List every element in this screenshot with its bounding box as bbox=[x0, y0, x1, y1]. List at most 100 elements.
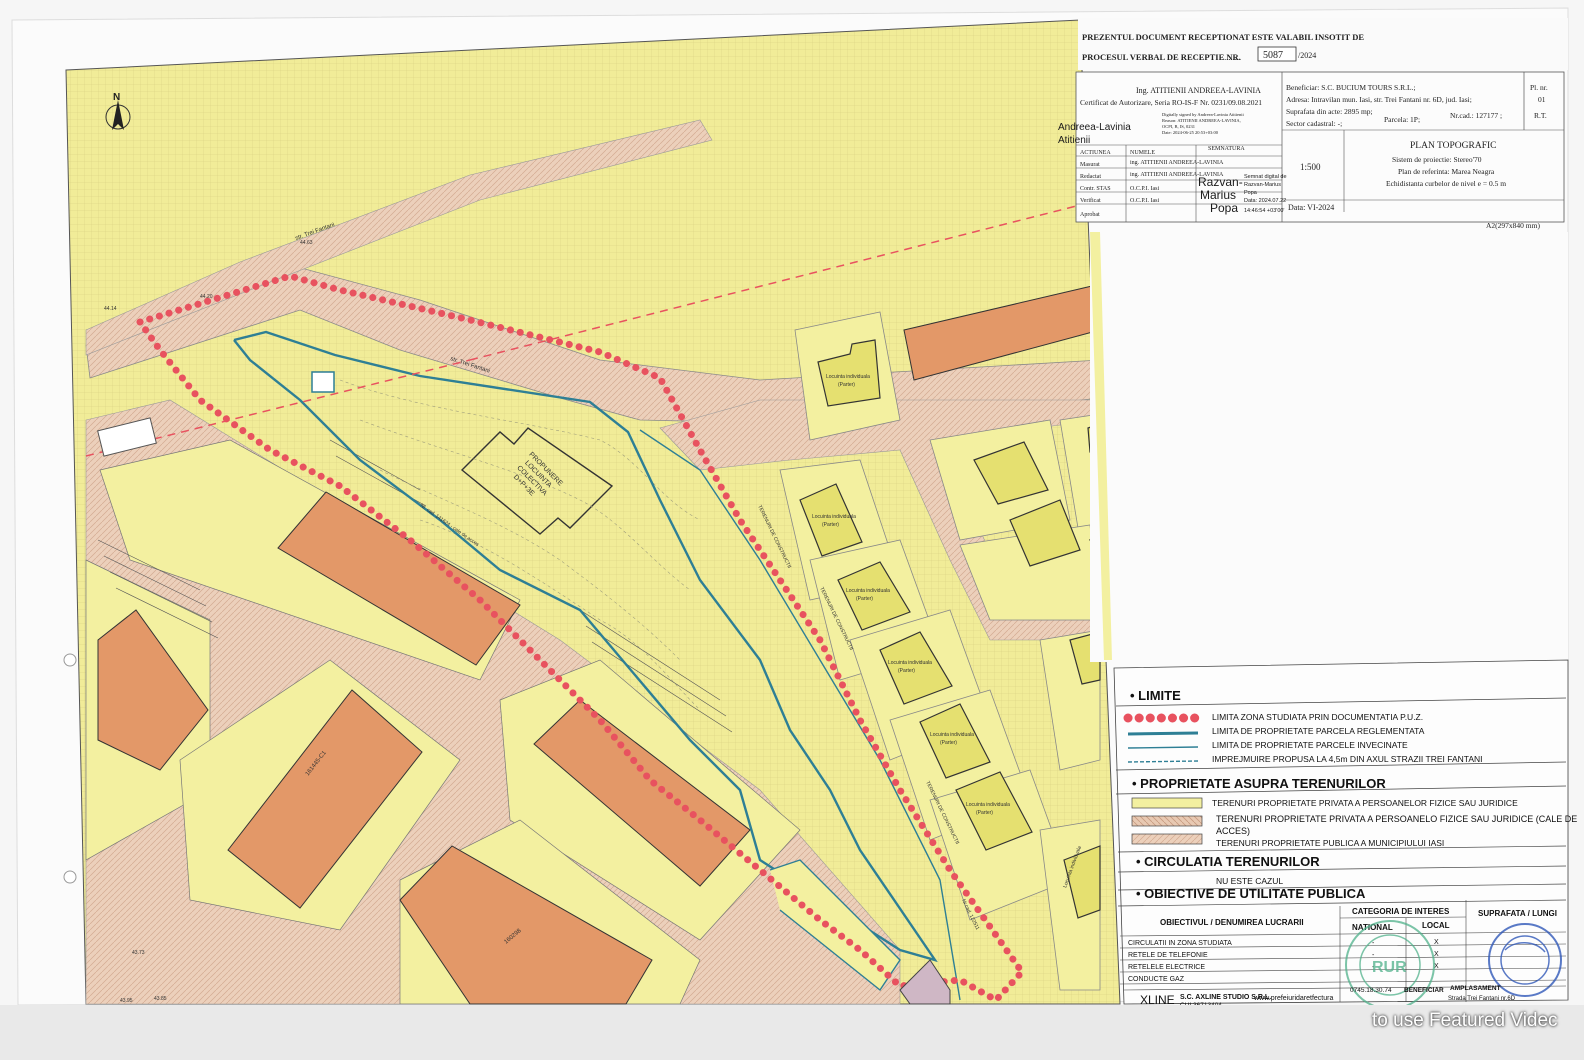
house-floor-label: (Parter) bbox=[940, 740, 957, 746]
roles-header-name: NUMELE bbox=[1130, 150, 1155, 156]
date-label: Data: VI-2024 bbox=[1288, 203, 1334, 212]
roles-row-name: O.C.P.I. Iasi bbox=[1130, 186, 1160, 192]
elevation: 43.73 bbox=[132, 950, 145, 956]
elevation: 43.85 bbox=[154, 996, 167, 1002]
paper-format: A2(297x840 mm) bbox=[1486, 221, 1540, 230]
plan-equidistance: Echidistanta curbelor de nivel e = 0.5 m bbox=[1386, 179, 1506, 188]
table-row-name: RETELE DE TELEFONIE bbox=[1128, 952, 1208, 959]
designer-handwritten-first: Andreea-Lavinia bbox=[1058, 122, 1131, 133]
svg-text:Razvan-Marius: Razvan-Marius bbox=[1244, 182, 1281, 188]
reception-note: PREZENTUL DOCUMENT RECEPTIONAT ESTE VALA… bbox=[1078, 18, 1568, 70]
legend: • LIMITE LIMITA ZONA STUDIATA PRIN DOCUM… bbox=[1113, 659, 1577, 1010]
table-row-local: X bbox=[1434, 939, 1439, 946]
designer-name: Ing. ATITIENII ANDREEA-LAVINIA bbox=[1136, 86, 1261, 95]
svg-text:Marius: Marius bbox=[1200, 188, 1236, 202]
roles-row-action: Redactat bbox=[1080, 174, 1101, 180]
house-label: Locuinta individuala bbox=[846, 588, 890, 594]
legend-limite-item: IMPREJMUIRE PROPUSA LA 4,5m DIN AXUL STR… bbox=[1212, 754, 1483, 764]
legend-swatch-parcel bbox=[1127, 731, 1199, 736]
video-overlay-caption: to use Featured Videc bbox=[1372, 1010, 1558, 1031]
plan-reference: Plan de referinta: Marea Neagra bbox=[1398, 167, 1495, 176]
legend-swatch-private bbox=[1131, 797, 1203, 809]
house-label: Locuinta individuala bbox=[888, 660, 932, 666]
table-header-objective: OBIECTIVUL / DENUMIREA LUCRARII bbox=[1160, 918, 1304, 927]
legend-proprietate-title: • PROPRIETATE ASUPRA TERENURILOR bbox=[1132, 776, 1386, 791]
house-label: Locuinta individuala bbox=[812, 514, 856, 520]
table-row-name: RETELELE ELECTRICE bbox=[1128, 964, 1205, 971]
binder-hole bbox=[63, 870, 77, 884]
table-row-name: CIRCULATII IN ZONA STUDIATA bbox=[1128, 940, 1232, 947]
reception-year: /2024 bbox=[1298, 51, 1316, 60]
legend-swatch-access bbox=[1131, 815, 1203, 827]
designer-handwritten-last: Atitienii bbox=[1058, 135, 1090, 146]
table-header-local: LOCAL bbox=[1422, 921, 1450, 930]
legend-proprietate-item: TERENURI PROPRIETATE PRIVATA A PERSOANEL… bbox=[1216, 814, 1577, 824]
beneficiary-cad: Nr.cad.: 127177 ; bbox=[1450, 111, 1502, 120]
legend-circulatia-title: • CIRCULATIA TERENURILOR bbox=[1136, 854, 1320, 869]
house-label: Locuinta individuala bbox=[966, 802, 1010, 808]
legend-proprietate-item: TERENURI PROPRIETATE PRIVATA A PERSOANEL… bbox=[1212, 798, 1518, 808]
table-row-name: CONDUCTE GAZ bbox=[1128, 976, 1185, 983]
legend-swatch-public bbox=[1131, 833, 1203, 845]
svg-text:RUR: RUR bbox=[1372, 959, 1407, 976]
house-floor-label: (Parter) bbox=[822, 522, 839, 528]
north-label: N bbox=[113, 92, 120, 103]
footer-beneficiar: BENEFICIAR bbox=[1404, 987, 1444, 994]
plan-title: PLAN TOPOGRAFIC bbox=[1410, 141, 1497, 151]
house-floor-label: (Parter) bbox=[838, 382, 855, 388]
title-block: Ing. ATITIENII ANDREEA-LAVINIA Certifica… bbox=[1058, 71, 1565, 230]
page-bottom-shadow bbox=[0, 1005, 1584, 1060]
reception-line-1: PREZENTUL DOCUMENT RECEPTIONAT ESTE VALA… bbox=[1082, 32, 1364, 42]
svg-text:14:46:54 +03'00': 14:46:54 +03'00' bbox=[1244, 208, 1285, 214]
beneficiary-parcel: Parcela: 1P; bbox=[1384, 115, 1420, 124]
svg-text:Data: 2024.07.22: Data: 2024.07.22 bbox=[1244, 198, 1286, 204]
elevation: 44.63 bbox=[300, 240, 313, 246]
legend-limite-item: LIMITA DE PROPRIETATE PARCELA REGLEMENTA… bbox=[1212, 726, 1425, 736]
svg-text:Razvan-: Razvan- bbox=[1198, 175, 1243, 189]
legend-obiective-title: • OBIECTIVE DE UTILITATE PUBLICA bbox=[1136, 886, 1366, 901]
topographic-plan: str. Trei Fantani str. Trei Fantani PROP… bbox=[0, 0, 1584, 1060]
roles-row-action: Verificat bbox=[1080, 197, 1101, 204]
roles-header-action: ACTIUNEA bbox=[1080, 150, 1111, 156]
plan-nr-value: 01 bbox=[1538, 95, 1546, 104]
reception-line-2: PROCESUL VERBAL DE RECEPTIE NR. bbox=[1082, 52, 1241, 62]
roles-header-signature: SEMNATURA bbox=[1208, 146, 1245, 152]
footer-logo: XLINE bbox=[1140, 993, 1175, 1007]
table-header-category: CATEGORIA DE INTERES bbox=[1352, 907, 1450, 916]
roles-row-action: Contr. STAS bbox=[1080, 186, 1111, 192]
svg-text:Semnat digital de: Semnat digital de bbox=[1244, 174, 1287, 180]
legend-proprietate-item: ACCES) bbox=[1216, 826, 1250, 836]
house-label: Locuinta individuala bbox=[930, 732, 974, 738]
footer-amplasament: AMPLASAMENT bbox=[1450, 985, 1501, 992]
elevation: 44.14 bbox=[104, 306, 117, 312]
page-margin bbox=[1090, 232, 1568, 662]
house-floor-label: (Parter) bbox=[856, 596, 873, 602]
svg-text:Popa: Popa bbox=[1244, 190, 1258, 196]
reception-dots: ......... bbox=[1222, 52, 1241, 62]
legend-proprietate-item: TERENURI PROPRIETATE PUBLICA A MUNICIPIU… bbox=[1216, 838, 1444, 848]
roles-row-action: Masurat bbox=[1080, 162, 1100, 168]
legend-limite-item: LIMITA ZONA STUDIATA PRIN DOCUMENTATIA P… bbox=[1212, 712, 1423, 722]
beneficiary-name: Beneficiar: S.C. BUCIUM TOURS S.R.L.; bbox=[1286, 83, 1416, 92]
beneficiary-surface: Suprafata din acte: 2895 mp; bbox=[1286, 107, 1373, 116]
legend-limite-item: LIMITA DE PROPRIETATE PARCELE INVECINATE bbox=[1212, 740, 1408, 750]
designer-sign-1: Digitally signed by Andreea-Lavinia Atit… bbox=[1162, 112, 1244, 117]
plan-nr-label: Pl. nr. bbox=[1530, 83, 1548, 92]
elevation: 43.95 bbox=[120, 998, 133, 1004]
footer-phone: 0745.18.30.74 bbox=[1350, 987, 1392, 994]
footer-email: www.prefeiuridaretfectura bbox=[1253, 995, 1333, 1002]
elevation: 44.20 bbox=[200, 294, 213, 300]
legend-circulatia-text: NU ESTE CAZUL bbox=[1216, 876, 1283, 886]
designer-cert: Certificat de Autorizare, Seria RO-IS-F … bbox=[1080, 98, 1262, 107]
house-label: Locuinta individuala bbox=[826, 374, 870, 380]
map-area: str. Trei Fantani str. Trei Fantani PROP… bbox=[65, 19, 1121, 1005]
roles-row-action: Aprobat bbox=[1080, 212, 1100, 218]
house-floor-label: (Parter) bbox=[976, 810, 993, 816]
plan-rt: R.T. bbox=[1534, 111, 1547, 120]
table-header-surface: SUPRAFATA / LUNGI bbox=[1478, 909, 1557, 918]
legend-swatch-neighbor bbox=[1127, 746, 1199, 749]
scale-label: 1:500 bbox=[1300, 162, 1321, 172]
house-floor-label: (Parter) bbox=[898, 668, 915, 674]
plan-projection: Sistem de proiectie: Stereo'70 bbox=[1392, 155, 1482, 164]
beneficiary-sector: Sector cadastral: -; bbox=[1286, 119, 1342, 128]
